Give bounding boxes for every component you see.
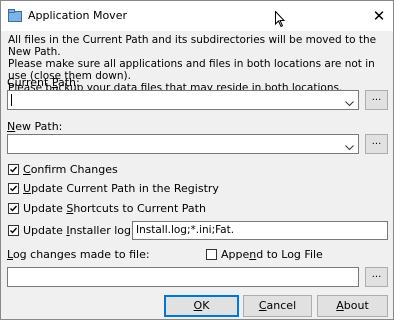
log-file-browse-button[interactable]: ...: [365, 267, 388, 287]
update-registry-label: Update Current Path in the Registry: [23, 182, 219, 195]
close-button[interactable]: ✕: [365, 1, 393, 31]
ok-button[interactable]: OK: [164, 295, 239, 317]
update-registry-checkbox[interactable]: Update Current Path in the Registry: [8, 182, 219, 195]
checkbox-checked-icon[interactable]: [8, 164, 19, 175]
intro-line: All files in the Current Path and its su…: [8, 34, 377, 58]
new-path-combobox[interactable]: [7, 134, 359, 154]
title-bar: Application Mover ✕: [1, 1, 393, 31]
mouse-cursor-icon: [275, 10, 286, 31]
chevron-down-icon[interactable]: [345, 141, 354, 154]
application-mover-window: Application Mover ✕ All files in the Cur…: [0, 0, 394, 320]
checkbox-checked-icon[interactable]: [8, 183, 19, 194]
cancel-button[interactable]: Cancel: [243, 295, 312, 317]
new-path-browse-button[interactable]: ...: [365, 134, 388, 154]
confirm-changes-label: Confirm Changes: [23, 163, 118, 176]
chevron-down-icon[interactable]: [345, 97, 354, 110]
new-path-label: New Path:: [7, 120, 63, 133]
current-path-combobox[interactable]: [7, 90, 359, 110]
log-file-input[interactable]: [7, 267, 359, 287]
current-path-browse-button[interactable]: ...: [365, 90, 388, 110]
folder-app-icon: [8, 9, 22, 22]
about-button[interactable]: About: [317, 295, 388, 317]
checkbox-checked-icon[interactable]: [8, 225, 19, 236]
window-title: Application Mover: [28, 9, 127, 22]
checkbox-unchecked-icon[interactable]: [206, 249, 217, 260]
installer-log-files-input[interactable]: Install.log;*.ini;Fat.: [132, 221, 388, 240]
log-file-label: Log changes made to file:: [7, 248, 150, 261]
text-caret: [11, 94, 12, 106]
update-shortcuts-label: Update Shortcuts to Current Path: [23, 202, 206, 215]
current-path-label: Current Path:: [7, 76, 80, 89]
confirm-changes-checkbox[interactable]: Confirm Changes: [8, 163, 118, 176]
update-shortcuts-checkbox[interactable]: Update Shortcuts to Current Path: [8, 202, 206, 215]
append-log-checkbox[interactable]: Append to Log File: [206, 248, 323, 261]
checkbox-checked-icon[interactable]: [8, 203, 19, 214]
append-log-label: Append to Log File: [221, 248, 323, 261]
